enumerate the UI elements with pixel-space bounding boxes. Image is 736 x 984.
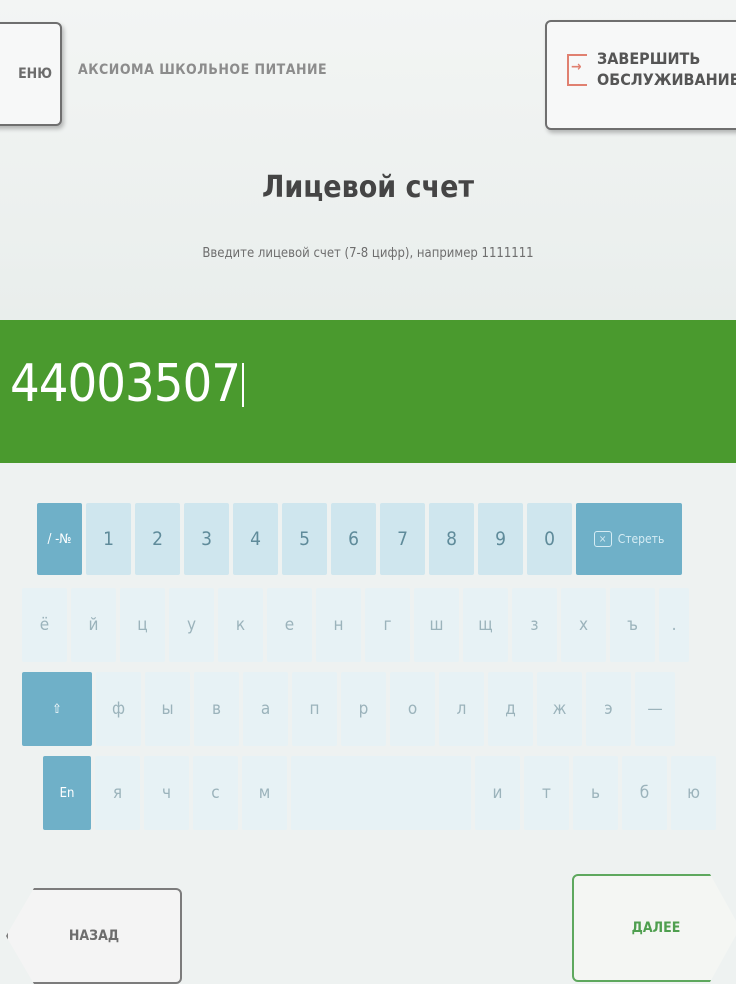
key-3[interactable]: 3 xyxy=(184,503,229,575)
page-title: Лицевой счет xyxy=(261,170,475,205)
key-s[interactable]: с xyxy=(193,756,238,830)
key-u[interactable]: у xyxy=(169,588,214,662)
key-7[interactable]: 7 xyxy=(380,503,425,575)
key-dash[interactable]: — xyxy=(635,672,675,746)
key-a[interactable]: а xyxy=(243,672,288,746)
key-ch[interactable]: ч xyxy=(144,756,189,830)
key-ya[interactable]: я xyxy=(95,756,140,830)
key-0[interactable]: 0 xyxy=(527,503,572,575)
next-button-label: ДАЛЕЕ xyxy=(631,920,681,936)
key-p[interactable]: п xyxy=(292,672,337,746)
app-title: АКСИОМА ШКОЛЬНОЕ ПИТАНИЕ xyxy=(78,62,328,78)
finish-service-button[interactable]: ЗАВЕРШИТЬ ОБСЛУЖИВАНИЕ xyxy=(545,20,736,130)
key-sh[interactable]: ш xyxy=(414,588,459,662)
key-9[interactable]: 9 xyxy=(478,503,523,575)
key-soft-sign[interactable]: ь xyxy=(573,756,618,830)
key-yu[interactable]: ю xyxy=(671,756,716,830)
key-f[interactable]: ф xyxy=(96,672,141,746)
account-number: 44003507 xyxy=(10,354,241,414)
key-t[interactable]: т xyxy=(524,756,569,830)
keyboard-row-3: ⇧ ф ы в а п р о л д ж э — xyxy=(22,672,675,746)
key-6[interactable]: 6 xyxy=(331,503,376,575)
key-symbols[interactable]: / -№ xyxy=(37,503,82,575)
menu-button-label: ЕНЮ xyxy=(18,66,52,82)
key-1[interactable]: 1 xyxy=(86,503,131,575)
key-d[interactable]: д xyxy=(488,672,533,746)
key-hard-sign[interactable]: ъ xyxy=(610,588,655,662)
input-hint: Введите лицевой счет (7-8 цифр), наприме… xyxy=(202,246,534,261)
key-m[interactable]: м xyxy=(242,756,287,830)
key-k[interactable]: к xyxy=(218,588,263,662)
key-y[interactable]: ы xyxy=(145,672,190,746)
backspace-icon: × xyxy=(593,531,612,547)
back-button[interactable]: НАЗАД xyxy=(6,888,182,984)
delete-label: Стереть xyxy=(617,532,665,546)
back-button-label: НАЗАД xyxy=(68,928,120,944)
key-8[interactable]: 8 xyxy=(429,503,474,575)
keyboard-row-digits: / -№ 1 2 3 4 5 6 7 8 9 0 × Стереть xyxy=(37,503,682,575)
key-y-short[interactable]: й xyxy=(71,588,116,662)
keyboard-row-4: En я ч с м и т ь б ю xyxy=(43,756,716,830)
shift-icon: ⇧ xyxy=(52,701,62,717)
key-5[interactable]: 5 xyxy=(282,503,327,575)
key-zh[interactable]: ж xyxy=(537,672,582,746)
delete-button[interactable]: × Стереть xyxy=(576,503,682,575)
key-l[interactable]: л xyxy=(439,672,484,746)
shift-key[interactable]: ⇧ xyxy=(22,672,92,746)
language-key[interactable]: En xyxy=(43,756,91,830)
account-input-value: 44003507 xyxy=(10,354,245,414)
keyboard-row-2: ё й ц у к е н г ш щ з х ъ . xyxy=(22,588,689,662)
key-e[interactable]: е xyxy=(267,588,312,662)
key-period[interactable]: . xyxy=(659,588,689,662)
next-button[interactable]: ДАЛЕЕ xyxy=(572,874,736,982)
exit-icon xyxy=(567,54,587,86)
key-i[interactable]: и xyxy=(475,756,520,830)
key-kh[interactable]: х xyxy=(561,588,606,662)
key-eh[interactable]: э xyxy=(586,672,631,746)
key-z[interactable]: з xyxy=(512,588,557,662)
key-shch[interactable]: щ xyxy=(463,588,508,662)
key-2[interactable]: 2 xyxy=(135,503,180,575)
space-key[interactable] xyxy=(291,756,471,830)
key-g[interactable]: г xyxy=(365,588,410,662)
key-4[interactable]: 4 xyxy=(233,503,278,575)
menu-button[interactable]: ЕНЮ xyxy=(0,22,62,126)
key-o[interactable]: о xyxy=(390,672,435,746)
key-v[interactable]: в xyxy=(194,672,239,746)
finish-service-label: ЗАВЕРШИТЬ ОБСЛУЖИВАНИЕ xyxy=(597,49,736,89)
key-ts[interactable]: ц xyxy=(120,588,165,662)
text-cursor xyxy=(242,363,245,407)
key-r[interactable]: р xyxy=(341,672,386,746)
key-b[interactable]: б xyxy=(622,756,667,830)
key-n[interactable]: н xyxy=(316,588,361,662)
key-yo[interactable]: ё xyxy=(22,588,67,662)
